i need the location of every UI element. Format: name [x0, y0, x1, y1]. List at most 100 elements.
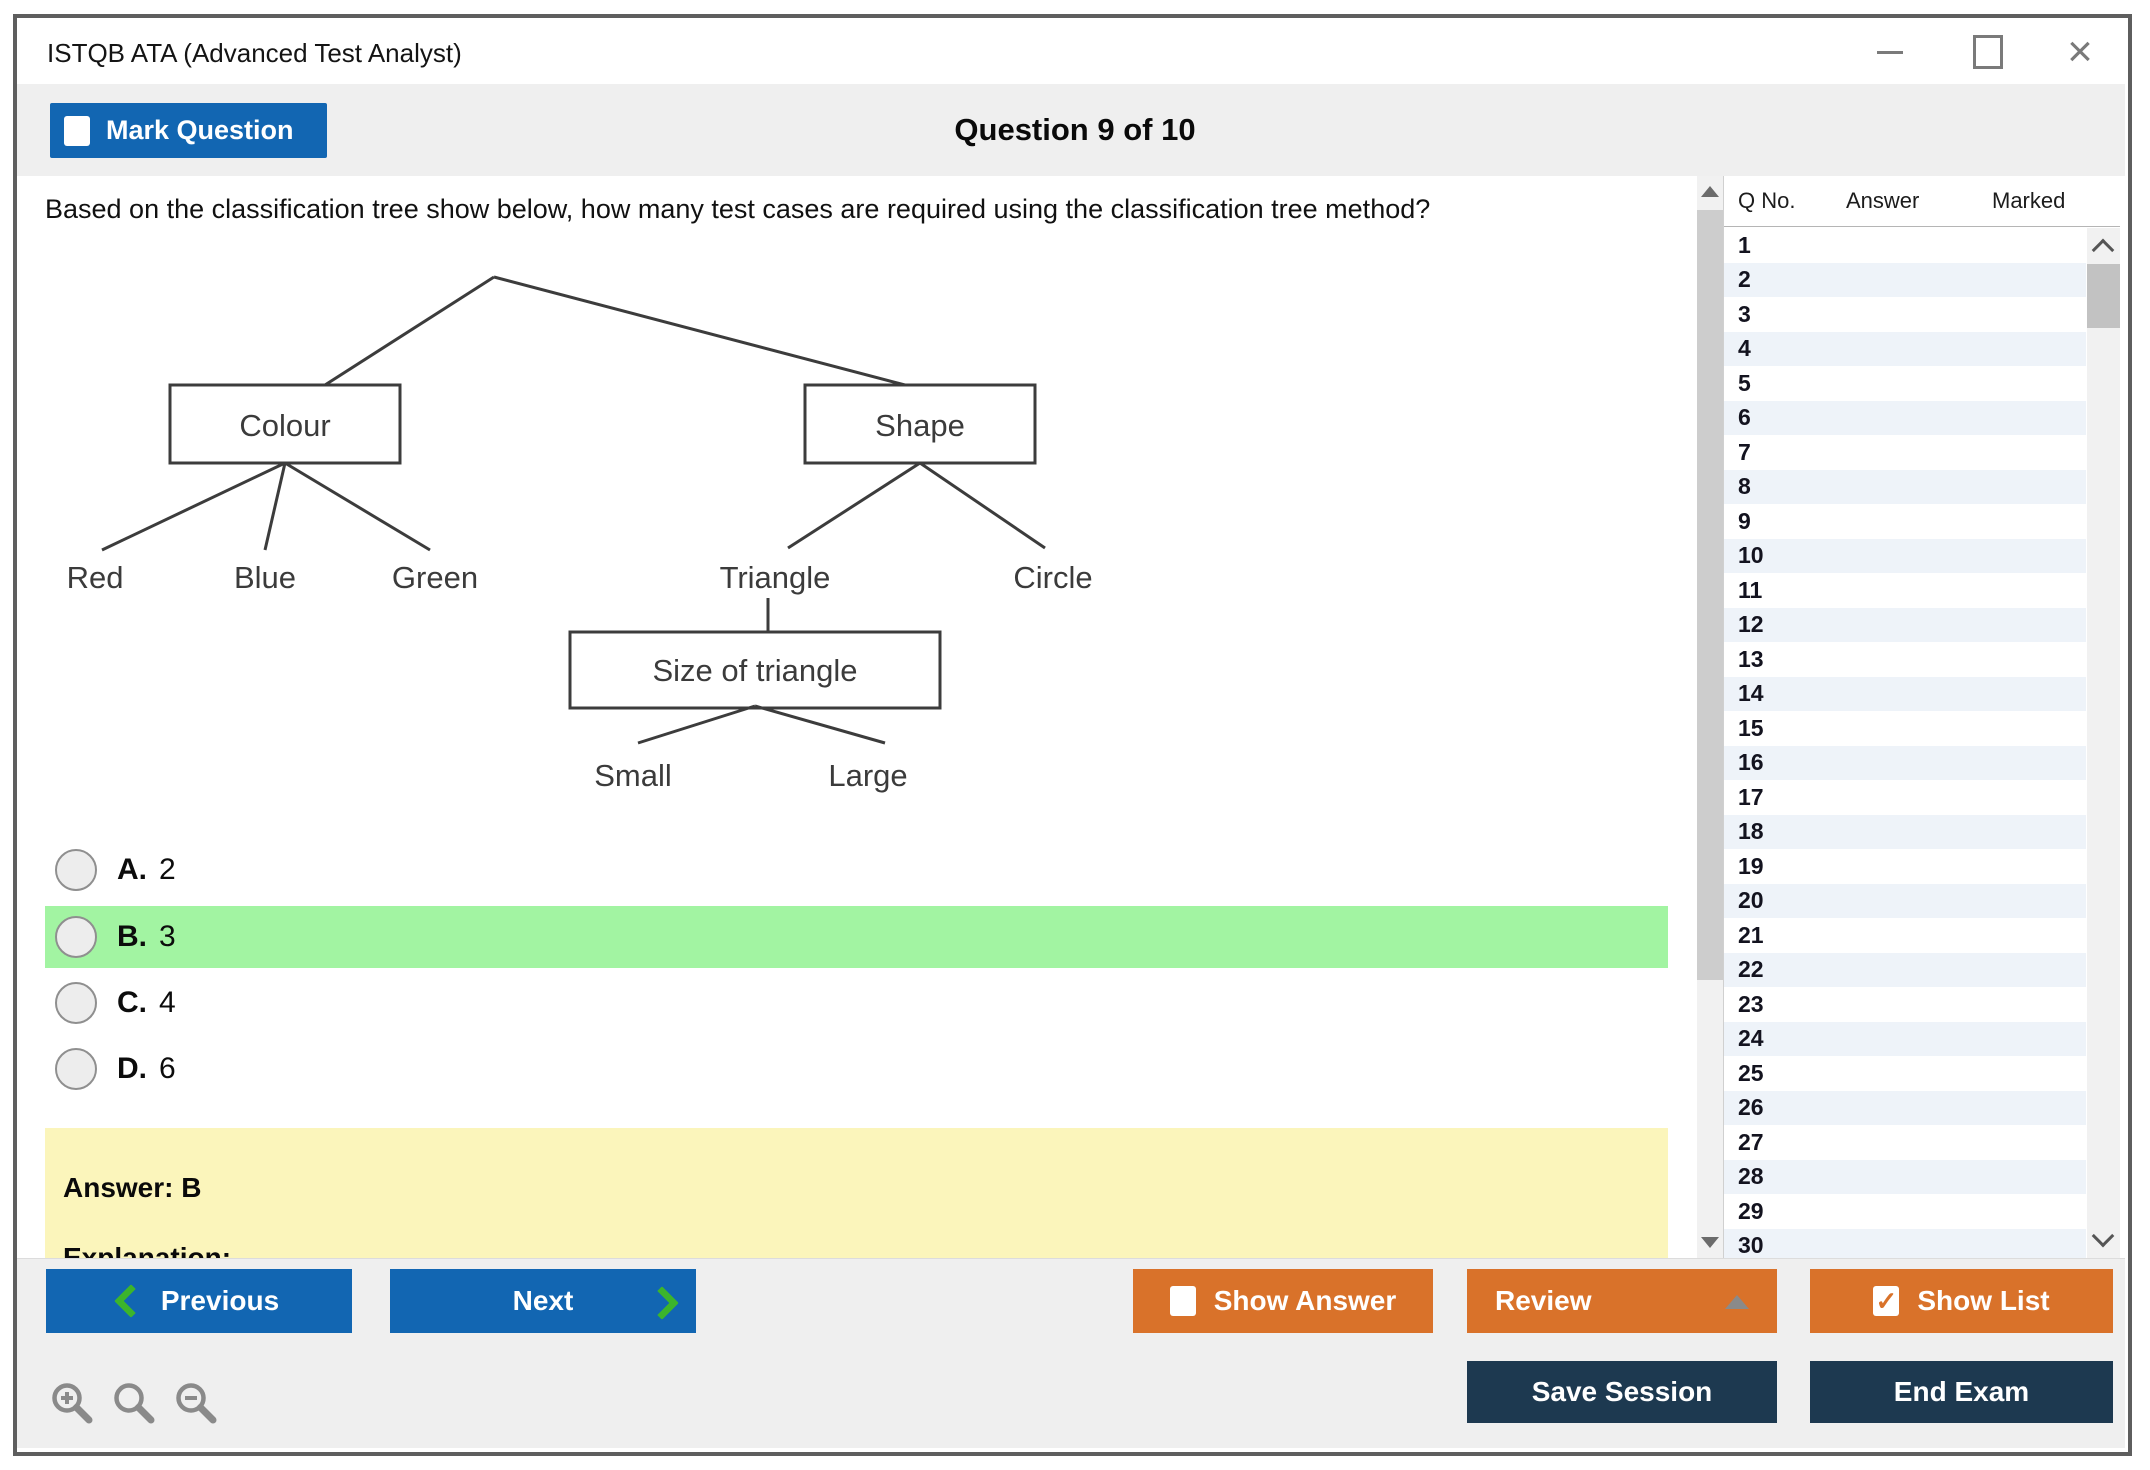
- next-button[interactable]: Next: [390, 1269, 696, 1333]
- table-row[interactable]: 5: [1724, 366, 2086, 401]
- table-row[interactable]: 17: [1724, 780, 2086, 815]
- cell-q: 23: [1724, 991, 1820, 1018]
- zoom-toolbar: [48, 1379, 220, 1427]
- next-label: Next: [513, 1285, 574, 1317]
- content-scrollbar[interactable]: [1697, 176, 1723, 1258]
- end-exam-button[interactable]: End Exam: [1810, 1361, 2113, 1423]
- minimize-button[interactable]: [1862, 30, 1918, 74]
- cell-q: 26: [1724, 1094, 1820, 1121]
- option-value: 3: [159, 920, 176, 954]
- table-row[interactable]: 27: [1724, 1125, 2086, 1160]
- mark-question-button[interactable]: Mark Question: [50, 103, 327, 158]
- table-row[interactable]: 18: [1724, 815, 2086, 850]
- mark-question-label: Mark Question: [106, 115, 294, 146]
- show-answer-button[interactable]: Show Answer: [1133, 1269, 1433, 1333]
- table-row[interactable]: 4: [1724, 332, 2086, 367]
- zoom-in-icon[interactable]: [48, 1379, 96, 1427]
- cell-q: 28: [1724, 1163, 1820, 1190]
- cell-q: 10: [1724, 542, 1820, 569]
- table-row[interactable]: 25: [1724, 1056, 2086, 1091]
- show-list-label: Show List: [1917, 1285, 2049, 1317]
- zoom-out-icon[interactable]: [172, 1379, 220, 1427]
- option-value: 4: [159, 986, 176, 1020]
- table-row[interactable]: 3: [1724, 297, 2086, 332]
- question-list-header: Q No. Answer Marked: [1724, 176, 2120, 227]
- table-row[interactable]: 15: [1724, 711, 2086, 746]
- cell-q: 13: [1724, 646, 1820, 673]
- close-button[interactable]: ×: [2052, 30, 2108, 74]
- table-row[interactable]: 26: [1724, 1091, 2086, 1126]
- cell-q: 6: [1724, 404, 1820, 431]
- question-list-scrollbar[interactable]: [2087, 228, 2120, 1258]
- tree-leaf-small: Small: [594, 758, 672, 793]
- table-row[interactable]: 29: [1724, 1194, 2086, 1229]
- cell-q: 27: [1724, 1129, 1820, 1156]
- radio-button-icon[interactable]: [55, 982, 97, 1024]
- tree-leaf-triangle: Triangle: [720, 560, 831, 595]
- review-button[interactable]: Review: [1467, 1269, 1777, 1333]
- cell-q: 11: [1724, 577, 1820, 604]
- table-row[interactable]: 9: [1724, 504, 2086, 539]
- cell-q: 3: [1724, 301, 1820, 328]
- option-row-b[interactable]: B. 3: [45, 906, 1668, 968]
- table-row[interactable]: 6: [1724, 401, 2086, 436]
- table-row[interactable]: 12: [1724, 608, 2086, 643]
- table-row[interactable]: 2: [1724, 263, 2086, 298]
- option-letter: C.: [117, 986, 147, 1020]
- table-row[interactable]: 10: [1724, 539, 2086, 574]
- option-row-a[interactable]: A. 2: [45, 839, 1668, 901]
- checkbox-icon[interactable]: [64, 116, 90, 146]
- checked-checkbox-icon[interactable]: ✓: [1873, 1286, 1899, 1316]
- cell-q: 4: [1724, 335, 1820, 362]
- cell-q: 20: [1724, 887, 1820, 914]
- table-row[interactable]: 11: [1724, 573, 2086, 608]
- cell-q: 17: [1724, 784, 1820, 811]
- previous-button[interactable]: Previous: [46, 1269, 352, 1333]
- table-row[interactable]: 21: [1724, 918, 2086, 953]
- previous-chevron-icon: [114, 1284, 148, 1318]
- cell-q: 8: [1724, 473, 1820, 500]
- table-row[interactable]: 13: [1724, 642, 2086, 677]
- tree-node-colour: Colour: [239, 408, 330, 443]
- tree-leaf-blue: Blue: [234, 560, 296, 595]
- maximize-button[interactable]: [1960, 30, 2016, 74]
- collapse-arrow-icon: [1725, 1295, 1749, 1309]
- save-session-label: Save Session: [1532, 1376, 1713, 1408]
- table-row[interactable]: 14: [1724, 677, 2086, 712]
- table-row[interactable]: 23: [1724, 987, 2086, 1022]
- save-session-button[interactable]: Save Session: [1467, 1361, 1777, 1423]
- scroll-up-icon[interactable]: [1701, 186, 1719, 197]
- scrollbar-thumb[interactable]: [1697, 210, 1723, 980]
- radio-button-icon[interactable]: [55, 916, 97, 958]
- option-row-d[interactable]: D. 6: [45, 1038, 1668, 1100]
- table-row[interactable]: 20: [1724, 884, 2086, 919]
- option-letter: B.: [117, 920, 147, 954]
- table-row[interactable]: 28: [1724, 1160, 2086, 1195]
- table-row[interactable]: 30: [1724, 1229, 2086, 1259]
- option-row-c[interactable]: C. 4: [45, 972, 1668, 1034]
- cell-q: 16: [1724, 749, 1820, 776]
- cell-q: 30: [1724, 1232, 1820, 1258]
- answer-text: Answer: B: [63, 1172, 201, 1204]
- table-row[interactable]: 19: [1724, 849, 2086, 884]
- cell-q: 5: [1724, 370, 1820, 397]
- table-row[interactable]: 24: [1724, 1022, 2086, 1057]
- scroll-up-icon[interactable]: [2092, 239, 2115, 262]
- tree-leaf-green: Green: [392, 560, 478, 595]
- show-list-button[interactable]: ✓ Show List: [1810, 1269, 2113, 1333]
- maximize-icon: [1973, 35, 2003, 69]
- scroll-down-icon[interactable]: [1701, 1237, 1719, 1248]
- radio-button-icon[interactable]: [55, 1048, 97, 1090]
- table-row[interactable]: 8: [1724, 470, 2086, 505]
- search-icon[interactable]: [110, 1379, 158, 1427]
- checkbox-icon[interactable]: [1170, 1286, 1196, 1316]
- table-row[interactable]: 1: [1724, 228, 2086, 263]
- explanation-label: Explanation:: [63, 1242, 231, 1258]
- scroll-down-icon[interactable]: [2092, 1225, 2115, 1248]
- table-row[interactable]: 7: [1724, 435, 2086, 470]
- scrollbar-thumb[interactable]: [2087, 264, 2120, 328]
- table-row[interactable]: 16: [1724, 746, 2086, 781]
- radio-button-icon[interactable]: [55, 849, 97, 891]
- close-icon: ×: [2067, 30, 2093, 74]
- table-row[interactable]: 22: [1724, 953, 2086, 988]
